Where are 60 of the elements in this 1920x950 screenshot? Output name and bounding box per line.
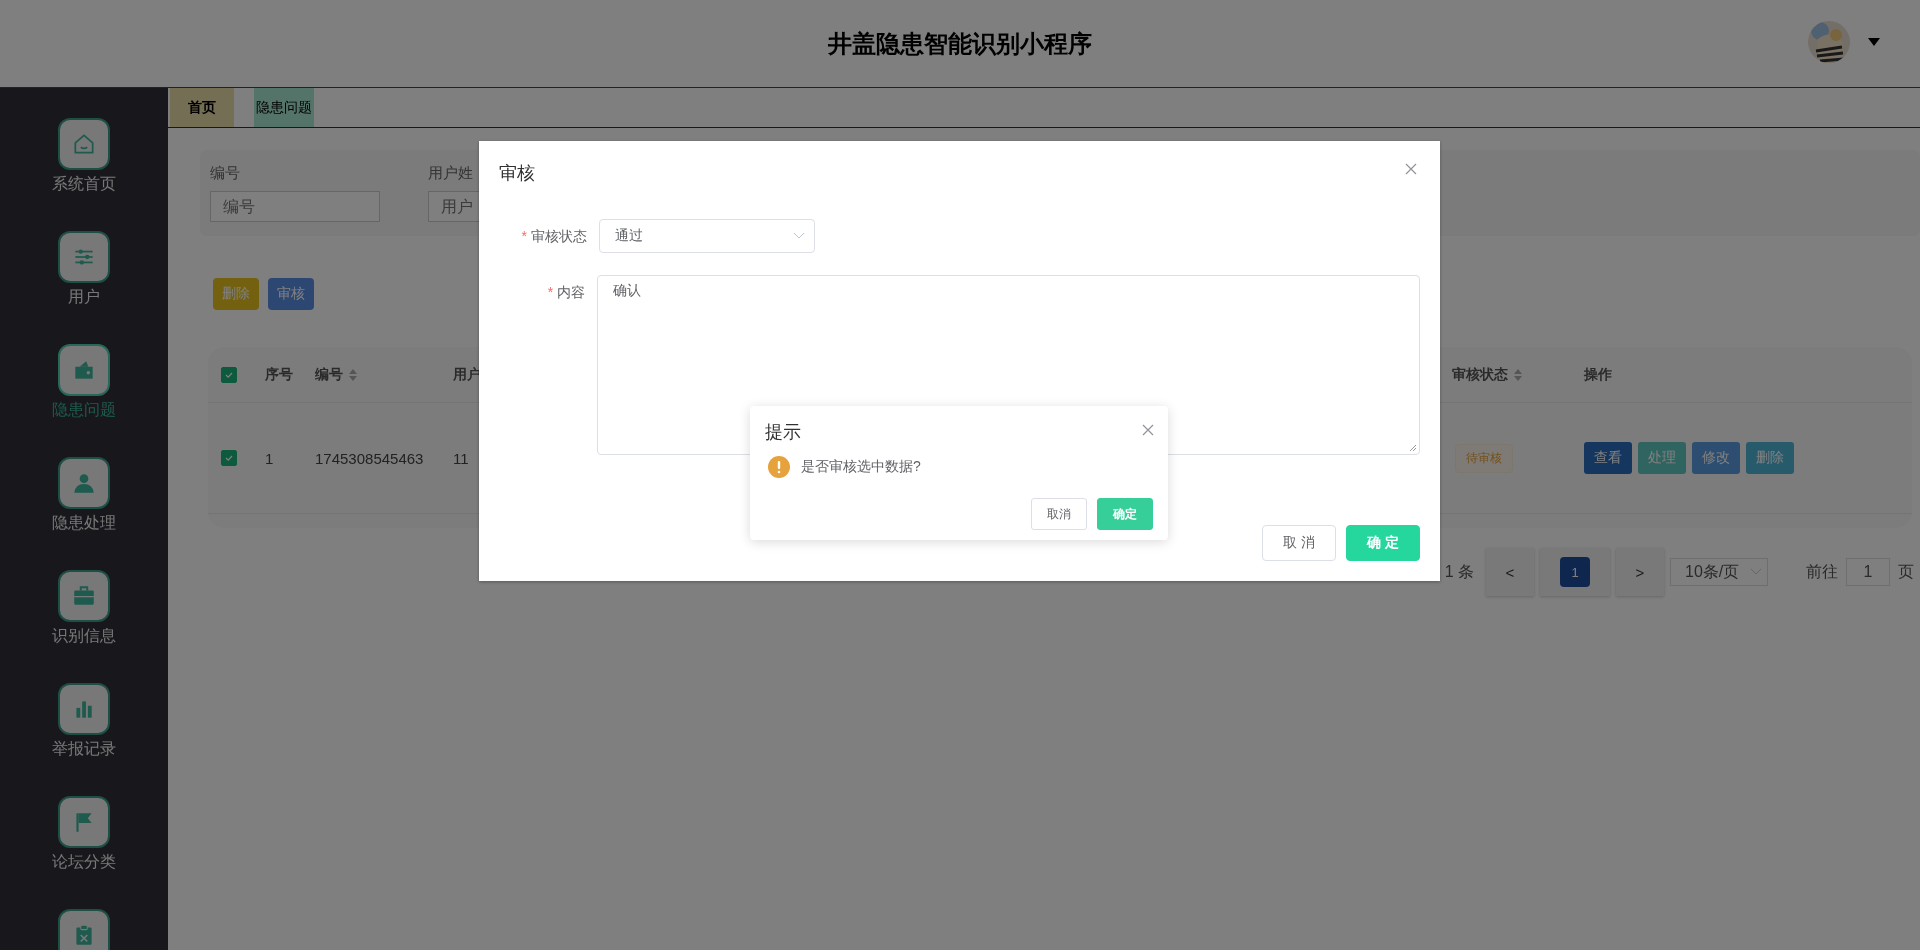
warning-icon (768, 456, 790, 478)
check-icon (224, 453, 234, 463)
menu-label[interactable]: 论坛分类 (52, 852, 116, 873)
toolbar-button[interactable]: 审核 (268, 278, 314, 310)
checkbox[interactable] (221, 450, 237, 466)
menu-tile[interactable] (58, 909, 110, 950)
goto-label: 前往 (1806, 561, 1838, 582)
column-header: 操作 (1584, 365, 1612, 384)
app-title: 井盖隐患智能识别小程序 (828, 28, 1092, 59)
chevron-down-icon (794, 233, 804, 239)
action-button[interactable]: 修改 (1692, 442, 1740, 474)
checkbox[interactable] (221, 366, 237, 383)
status-select[interactable]: 通过 (599, 219, 815, 253)
action-button[interactable]: 查看 (1584, 442, 1632, 474)
close-icon[interactable] (1405, 163, 1417, 175)
menu-label[interactable]: 系统首页 (52, 174, 116, 195)
cancel-button[interactable]: 取 消 (1262, 525, 1336, 561)
required-mark: * (521, 228, 527, 246)
menu-tile[interactable] (58, 796, 110, 848)
table-cell: 1745308545463 (315, 449, 424, 467)
search-field[interactable]: 编号 (210, 191, 380, 222)
page-label: 页 (1898, 561, 1914, 582)
menu-label[interactable]: 识别信息 (52, 626, 116, 647)
field-label: 用户姓 (428, 164, 473, 183)
column-header: 序号 (265, 365, 293, 384)
table-cell: 11 (453, 449, 469, 467)
page-size-select[interactable]: 10条/页 (1670, 558, 1768, 586)
menu-tile[interactable] (58, 344, 110, 396)
menu-label[interactable]: 举报记录 (52, 739, 116, 760)
menu-label[interactable]: 隐患问题 (52, 400, 116, 421)
field-label: 审核状态 (531, 228, 587, 246)
page-number[interactable]: 1 (1560, 557, 1590, 587)
chevron-down-icon (1751, 569, 1761, 575)
menu-tile[interactable] (58, 457, 110, 509)
column-header: 编号 (315, 365, 343, 384)
message-title: 提示 (765, 421, 801, 444)
status-tag: 待审核 (1455, 443, 1513, 473)
resize-handle-icon[interactable] (1408, 443, 1417, 452)
required-mark: * (547, 284, 554, 302)
tab[interactable]: 首页 (170, 88, 234, 127)
menu-tile[interactable] (58, 118, 110, 170)
menu-label[interactable]: 隐患处理 (52, 513, 116, 534)
prev-page-button[interactable]: < (1486, 548, 1534, 596)
total-count: 1 条 (1444, 561, 1474, 582)
close-icon[interactable] (1142, 424, 1154, 436)
menu-tile[interactable] (58, 683, 110, 735)
caret-icon[interactable] (1868, 38, 1880, 46)
message-text: 是否审核选中数据? (801, 458, 921, 476)
page-input[interactable]: 1 (1846, 558, 1890, 586)
field-label: 编号 (210, 164, 240, 183)
cancel-button[interactable]: 取消 (1031, 498, 1087, 530)
menu-label[interactable]: 用户 (68, 287, 100, 308)
table-cell: 1 (265, 449, 274, 467)
menu-tile[interactable] (58, 570, 110, 622)
column-header: 审核状态 (1452, 365, 1508, 384)
next-page-button[interactable]: > (1616, 548, 1664, 596)
menu-tile[interactable] (58, 231, 110, 283)
tab[interactable]: 隐患问题 (254, 88, 314, 127)
dialog-title: 审核 (499, 162, 535, 185)
field-label: 内容 (557, 284, 586, 302)
